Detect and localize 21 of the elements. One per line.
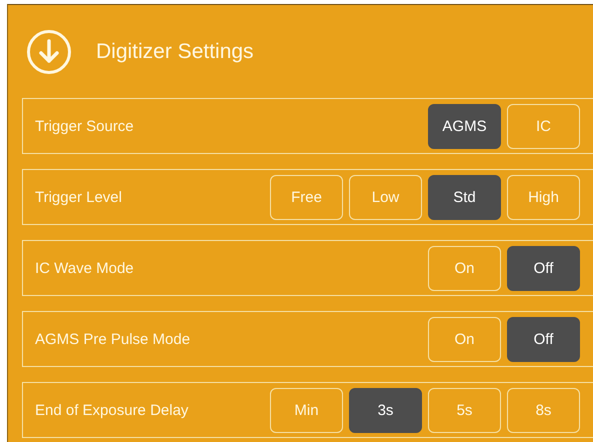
option-button[interactable]: On	[428, 246, 501, 290]
chevron-circle-icon[interactable]	[26, 28, 72, 74]
option-button[interactable]: 3s	[349, 388, 422, 432]
option-button[interactable]: Min	[270, 388, 343, 432]
setting-label: AGMS Pre Pulse Mode	[35, 330, 192, 348]
panel-title: Digitizer Settings	[96, 40, 254, 64]
option-button[interactable]: High	[507, 174, 580, 220]
option-button[interactable]: 8s	[507, 388, 580, 432]
setting-label: End of Exposure Delay	[35, 402, 190, 418]
option-button[interactable]: AGMS	[428, 104, 501, 148]
option-button[interactable]: 5s	[428, 388, 501, 432]
option-button[interactable]: IC	[507, 104, 580, 148]
option-button[interactable]: Free	[270, 174, 343, 220]
option-button[interactable]: Off	[507, 246, 580, 290]
setting-label: Trigger Level	[35, 188, 123, 206]
setting-label: Trigger Source	[35, 118, 135, 134]
option-button[interactable]: Low	[349, 174, 422, 220]
option-button[interactable]: Off	[507, 316, 580, 362]
setting-label: IC Wave Mode	[35, 260, 135, 276]
option-button[interactable]: On	[428, 316, 501, 362]
option-button[interactable]: Std	[428, 174, 501, 220]
